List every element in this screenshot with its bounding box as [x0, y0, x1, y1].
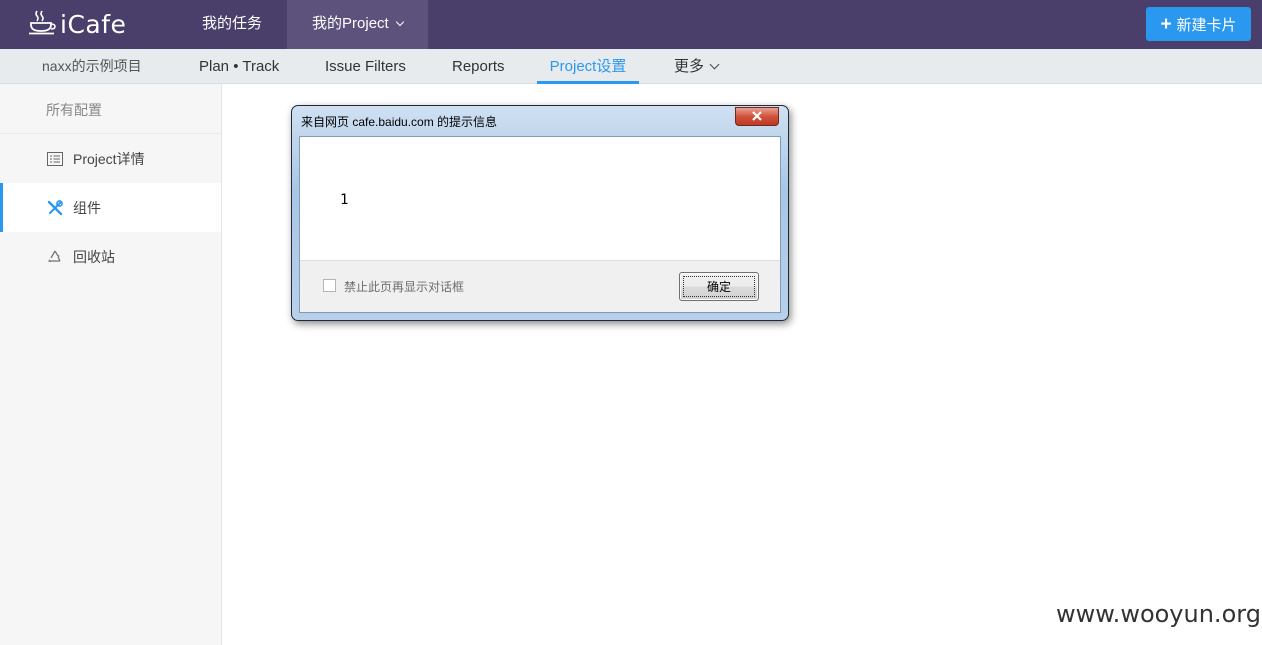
watermark: www.wooyun.org [1056, 600, 1261, 628]
topnav-my-tasks-label: 我的任务 [202, 15, 263, 32]
suppress-dialogs-label[interactable]: 禁止此页再显示对话框 [344, 278, 464, 295]
list-icon [46, 150, 64, 168]
sidebar-item-recycle-bin[interactable]: 回收站 [0, 232, 221, 281]
sidebar-title: 所有配置 [0, 84, 221, 134]
topnav-my-tasks[interactable]: 我的任务 [177, 0, 287, 49]
plus-icon: + [1160, 13, 1172, 35]
top-bar: iCafe 我的任务 我的Project + 新建卡片 [0, 0, 1262, 49]
subnav-more[interactable]: 更多 [674, 49, 720, 84]
subnav-issue-filters[interactable]: Issue Filters [325, 49, 406, 84]
subnav-plan-track[interactable]: Plan • Track [199, 49, 279, 84]
subnav-project-settings[interactable]: Project设置 [537, 49, 639, 84]
sidebar-item-label: 回收站 [73, 248, 115, 265]
dialog-body: 1 禁止此页再显示对话框 确定 [299, 136, 781, 313]
alert-dialog: 来自网页 cafe.baidu.com 的提示信息 1 禁止此页再显示对话框 确… [291, 105, 789, 321]
sidebar-item-label: Project详情 [73, 150, 145, 167]
subnav-reports[interactable]: Reports [452, 49, 505, 84]
close-icon [752, 108, 762, 126]
top-nav: 我的任务 我的Project [177, 0, 428, 49]
new-card-button[interactable]: + 新建卡片 [1146, 7, 1251, 41]
chevron-down-icon [709, 59, 720, 70]
subnav-issue-filters-label: Issue Filters [325, 58, 406, 75]
subnav-reports-label: Reports [452, 58, 505, 75]
new-card-label: 新建卡片 [1176, 16, 1237, 34]
ok-button[interactable]: 确定 [679, 272, 759, 301]
focus-ring [683, 276, 755, 297]
topnav-my-project[interactable]: 我的Project [287, 0, 428, 49]
dialog-title: 来自网页 cafe.baidu.com 的提示信息 [301, 115, 498, 129]
suppress-dialogs-checkbox[interactable] [323, 279, 336, 292]
dialog-message: 1 [340, 192, 349, 208]
dialog-message-area: 1 [300, 137, 780, 261]
topnav-my-project-label: 我的Project [312, 15, 389, 32]
coffee-cup-icon [28, 9, 60, 40]
settings-sidebar: 所有配置 Project详情 组件 回收站 [0, 84, 222, 645]
recycle-icon [46, 248, 64, 266]
app-name: iCafe [60, 9, 127, 39]
sidebar-item-components[interactable]: 组件 [0, 183, 221, 232]
subnav-more-label: 更多 [674, 58, 705, 75]
sidebar-item-label: 组件 [73, 199, 101, 216]
chevron-down-icon [395, 17, 404, 27]
tools-icon [46, 199, 64, 217]
dialog-close-button[interactable] [735, 107, 779, 126]
project-subnav: naxx的示例项目 Plan • Track Issue Filters Rep… [0, 49, 1262, 84]
app-logo[interactable]: iCafe [28, 8, 126, 40]
subnav-plan-track-label: Plan • Track [199, 58, 280, 75]
sidebar-item-project-details[interactable]: Project详情 [0, 134, 221, 183]
subnav-project-settings-label: Project设置 [549, 58, 627, 75]
project-name[interactable]: naxx的示例项目 [42, 49, 142, 84]
